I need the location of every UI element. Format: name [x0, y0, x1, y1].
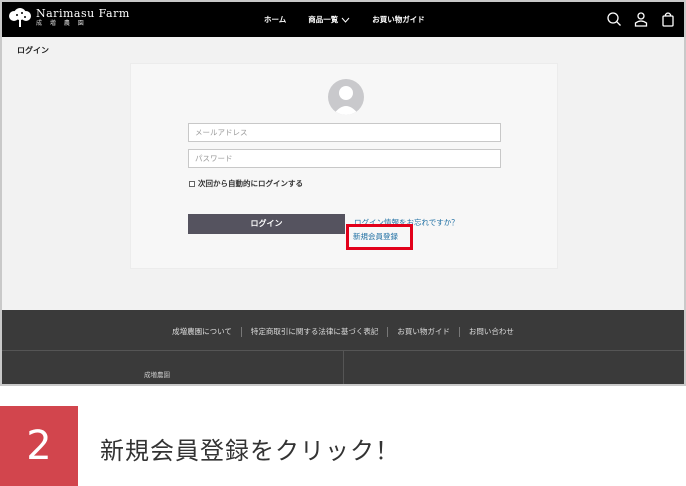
highlight-box: [346, 224, 413, 250]
chevron-down-icon: [341, 17, 350, 23]
login-form-card: 次回から自動的にログインする ログイン ログイン情報をお忘れですか？ 新規会員登…: [130, 63, 558, 269]
page-title: ログイン: [17, 46, 49, 55]
header-icons: [595, 11, 676, 27]
footer-link-guide[interactable]: お買い物ガイド: [397, 327, 450, 336]
footer-separator: [458, 327, 460, 337]
remember-checkbox[interactable]: [189, 180, 195, 187]
nav-item-label: ホーム: [264, 15, 287, 24]
footer-link-contact[interactable]: お問い合わせ: [469, 327, 514, 336]
footer-separator: [387, 327, 389, 337]
footer-links: 成増農園について 特定商取引に関する法律に基づく表記 お買い物ガイド お問い合わせ: [2, 326, 684, 337]
footer-link-law[interactable]: 特定商取引に関する法律に基づく表記: [251, 327, 379, 336]
nav-item-guide[interactable]: お買い物ガイド: [372, 14, 425, 25]
logo-text: Narimasu Farm 成 増 農 園: [36, 8, 130, 28]
remember-login[interactable]: 次回から自動的にログインする: [189, 178, 303, 189]
footer-brand: 成増農園: [144, 371, 170, 379]
user-avatar-icon: [333, 86, 359, 115]
site-logo[interactable]: Narimasu Farm 成 増 農 園: [8, 8, 130, 28]
user-icon[interactable]: [633, 11, 649, 27]
main-nav: ホーム 商品一覧 お買い物ガイド: [264, 2, 447, 37]
tree-logo-icon: [9, 8, 31, 27]
nav-item-home[interactable]: ホーム: [264, 14, 286, 25]
nav-item-label: お買い物ガイド: [372, 15, 425, 24]
bag-icon[interactable]: [660, 11, 676, 27]
logo-main-text: Narimasu Farm: [36, 7, 130, 20]
remember-label: 次回から自動的にログインする: [198, 179, 303, 188]
search-icon[interactable]: [606, 11, 622, 27]
avatar: [328, 79, 364, 115]
logo-sub-text: 成 増 農 園: [36, 20, 87, 27]
password-field[interactable]: [188, 149, 501, 168]
browser-screenshot: Narimasu Farm 成 増 農 園 ホーム 商品一覧 お買い物ガイド ロ…: [0, 0, 686, 386]
nav-item-products[interactable]: 商品一覧: [308, 14, 350, 25]
email-field[interactable]: [188, 123, 501, 142]
step-number: 2: [0, 406, 78, 486]
footer-separator: [240, 327, 242, 337]
site-header: Narimasu Farm 成 増 農 園 ホーム 商品一覧 お買い物ガイド: [2, 2, 684, 37]
step-caption: 新規会員登録をクリック！: [100, 437, 400, 465]
footer-column-divider: [343, 350, 344, 384]
site-footer: 成増農園について 特定商取引に関する法律に基づく表記 お買い物ガイド お問い合わせ 成…: [2, 310, 684, 384]
footer-link-about[interactable]: 成増農園について: [172, 327, 232, 336]
nav-item-label: 商品一覧: [308, 15, 339, 24]
login-button[interactable]: ログイン: [188, 214, 345, 234]
